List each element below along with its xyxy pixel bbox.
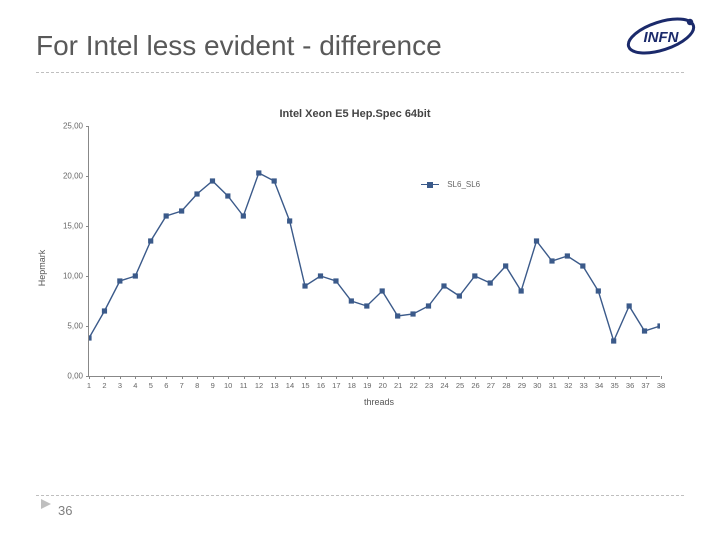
x-tick-label: 37	[641, 381, 649, 390]
slide-title: For Intel less evident - difference	[36, 30, 442, 62]
data-marker	[225, 193, 230, 198]
x-tick-label: 11	[240, 381, 248, 390]
data-marker	[272, 178, 277, 183]
y-tick-label: 10,00	[49, 272, 83, 281]
x-tick-label: 32	[564, 381, 572, 390]
data-marker	[117, 278, 122, 283]
data-marker	[194, 191, 199, 196]
x-tick-label: 6	[164, 381, 168, 390]
legend: SL6_SL6	[421, 176, 480, 194]
data-marker	[364, 303, 369, 308]
data-marker	[488, 280, 493, 285]
data-marker	[410, 311, 415, 316]
x-tick-label: 28	[502, 381, 510, 390]
plot-area: SL6_SL6 0,005,0010,0015,0020,0025,001234…	[88, 126, 660, 377]
data-marker	[318, 273, 323, 278]
data-marker	[503, 263, 508, 268]
title-underline	[36, 72, 684, 73]
plot-svg	[89, 126, 660, 376]
data-marker	[302, 283, 307, 288]
x-tick-label: 3	[118, 381, 122, 390]
x-tick-label: 4	[133, 381, 137, 390]
x-tick-label: 24	[440, 381, 448, 390]
x-tick-label: 34	[595, 381, 603, 390]
x-tick-label: 10	[224, 381, 232, 390]
data-marker	[241, 213, 246, 218]
page-number: 36	[58, 503, 72, 518]
data-marker	[256, 170, 261, 175]
data-marker	[642, 328, 647, 333]
x-tick-label: 13	[270, 381, 278, 390]
footer-underline	[36, 495, 684, 496]
data-marker	[580, 263, 585, 268]
x-tick-label: 31	[549, 381, 557, 390]
infn-logo: INFN	[622, 12, 700, 60]
y-tick-label: 15,00	[49, 222, 83, 231]
x-tick-label: 29	[518, 381, 526, 390]
x-tick-label: 16	[317, 381, 325, 390]
data-marker	[148, 238, 153, 243]
x-tick-label: 35	[610, 381, 618, 390]
x-tick-label: 19	[363, 381, 371, 390]
data-marker	[380, 288, 385, 293]
x-tick-label: 8	[195, 381, 199, 390]
logo-text: INFN	[644, 29, 680, 46]
data-marker	[441, 283, 446, 288]
x-tick-label: 26	[471, 381, 479, 390]
x-tick-label: 36	[626, 381, 634, 390]
data-marker	[457, 293, 462, 298]
chart-container: Intel Xeon E5 Hep.Spec 64bit Hepmark SL6…	[40, 108, 670, 428]
x-tick-label: 22	[409, 381, 417, 390]
data-marker	[133, 273, 138, 278]
x-tick-label: 15	[301, 381, 309, 390]
data-marker	[657, 323, 660, 328]
x-tick-label: 21	[394, 381, 402, 390]
data-marker	[565, 253, 570, 258]
y-axis-label: Hepmark	[37, 250, 47, 287]
page-arrow-icon	[40, 497, 52, 515]
x-tick-label: 38	[657, 381, 665, 390]
data-marker	[519, 288, 524, 293]
x-tick-label: 23	[425, 381, 433, 390]
data-marker	[534, 238, 539, 243]
data-marker	[596, 288, 601, 293]
series-line	[89, 173, 660, 341]
data-marker	[395, 313, 400, 318]
legend-label: SL6_SL6	[447, 180, 480, 189]
data-marker	[164, 213, 169, 218]
x-tick-label: 2	[102, 381, 106, 390]
x-tick-label: 9	[211, 381, 215, 390]
data-marker	[472, 273, 477, 278]
x-tick-label: 20	[379, 381, 387, 390]
x-tick-label: 33	[580, 381, 588, 390]
data-marker	[179, 208, 184, 213]
x-tick-label: 18	[348, 381, 356, 390]
chart-title: Intel Xeon E5 Hep.Spec 64bit	[40, 108, 670, 120]
x-tick-label: 17	[332, 381, 340, 390]
x-axis-label: threads	[88, 397, 670, 407]
data-marker	[89, 335, 92, 340]
y-tick-label: 25,00	[49, 122, 83, 131]
data-marker	[349, 298, 354, 303]
data-marker	[611, 338, 616, 343]
x-tick-label: 7	[180, 381, 184, 390]
x-tick-label: 1	[87, 381, 91, 390]
x-tick-label: 14	[286, 381, 294, 390]
data-marker	[627, 303, 632, 308]
data-marker	[210, 178, 215, 183]
y-tick-label: 5,00	[49, 322, 83, 331]
x-tick-label: 27	[487, 381, 495, 390]
x-tick-label: 5	[149, 381, 153, 390]
data-marker	[549, 258, 554, 263]
data-marker	[333, 278, 338, 283]
data-marker	[426, 303, 431, 308]
y-tick-label: 20,00	[49, 172, 83, 181]
data-marker	[287, 218, 292, 223]
x-tick-label: 25	[456, 381, 464, 390]
legend-line-icon	[421, 184, 439, 185]
x-tick-label: 12	[255, 381, 263, 390]
y-tick-label: 0,00	[49, 372, 83, 381]
x-tick-label: 30	[533, 381, 541, 390]
data-marker	[102, 308, 107, 313]
